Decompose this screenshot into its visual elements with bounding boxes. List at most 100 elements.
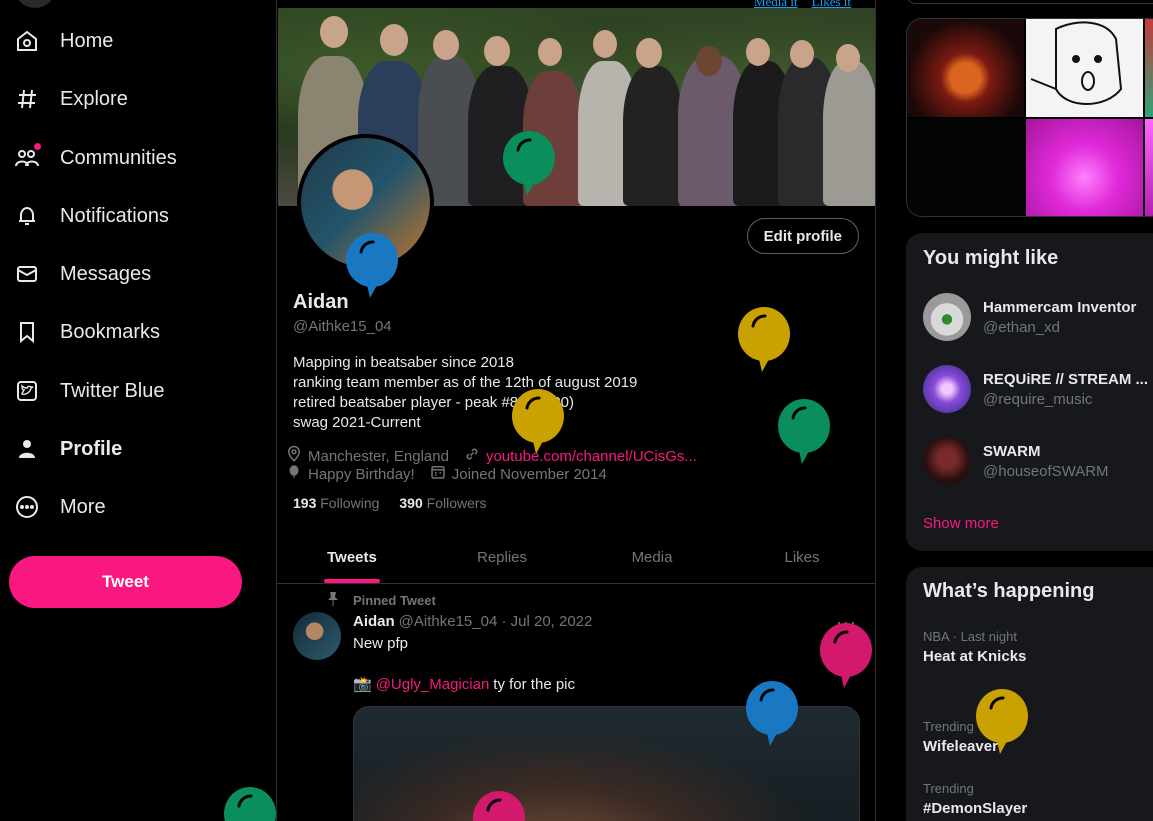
tweet-author-avatar[interactable] [293, 612, 341, 660]
tweet-text: New pfp [353, 635, 409, 652]
panel-title: What’s happening [923, 580, 1095, 602]
tweet-meta: @Aithke15_04 · Jul 20, 2022 [398, 613, 593, 630]
nav-item-notifications[interactable]: Notifications [14, 194, 169, 238]
calendar-icon [429, 463, 447, 485]
following-label: Following [320, 495, 380, 511]
balloon-icon[interactable] [502, 130, 556, 200]
hashtag-icon [14, 86, 40, 112]
pinned-label: Pinned Tweet [353, 593, 436, 608]
tweet-author-name[interactable]: Aidan [353, 613, 395, 630]
panel-title: You might like [923, 247, 1059, 269]
follow-stats: 193 Following 390 Followers [293, 495, 487, 511]
pin-icon [327, 592, 339, 609]
tab-media[interactable]: Media [577, 532, 727, 583]
bookmark-icon [14, 319, 40, 345]
media-thumb[interactable] [907, 119, 1024, 216]
edit-profile-button[interactable]: Edit profile [746, 218, 859, 254]
balloon-icon [285, 463, 303, 485]
right-sidebar: You might like Hammercam Inventor @ethan… [906, 0, 1153, 821]
balloon-icon[interactable] [223, 786, 277, 821]
following-count: 193 [293, 495, 317, 511]
suggested-user[interactable]: Hammercam Inventor @ethan_xd [923, 293, 1136, 341]
birthday-text: Happy Birthday! [308, 465, 415, 483]
nav-label: Twitter Blue [60, 379, 165, 402]
user-name: Hammercam Inventor [983, 298, 1137, 316]
nav-item-explore[interactable]: Explore [14, 77, 128, 121]
tab-tweets[interactable]: Tweets [277, 532, 427, 583]
show-more-link[interactable]: Show more [923, 515, 999, 532]
tab-likes[interactable]: Likes [727, 532, 875, 583]
profile-bio: Mapping in beatsaber since 2018 ranking … [293, 353, 637, 433]
balloon-icon[interactable] [975, 688, 1029, 758]
nav-label: Bookmarks [60, 320, 161, 343]
tab-replies[interactable]: Replies [427, 532, 577, 583]
trend-meta: Trending [923, 781, 974, 796]
tweet-text-line-2: 📸 @Ugly_Magician ty for the pic [353, 675, 575, 694]
balloon-icon[interactable] [745, 680, 799, 750]
nav-label: More [60, 495, 106, 518]
tweet-header: Aidan @Aithke15_04 · Jul 20, 2022 [353, 613, 592, 630]
suggested-user[interactable]: SWARM @houseofSWARM [923, 437, 1109, 485]
trend-name: #DemonSlayer [923, 800, 1028, 817]
user-handle: @require_music [983, 390, 1093, 408]
user-handle: @houseofSWARM [983, 462, 1109, 480]
nav-label: Communities [60, 146, 177, 169]
tweet-text-after: ty for the pic [493, 675, 575, 693]
followers-count: 390 [399, 495, 423, 511]
joined-date: Joined November 2014 [429, 463, 607, 485]
bio-line: ranking team member as of the 12th of au… [293, 374, 638, 391]
trend-name: Heat at Knicks [923, 648, 1027, 665]
twitter-blue-icon [14, 378, 40, 404]
suggested-user[interactable]: REQUiRE // STREAM ... @require_music [923, 365, 1148, 413]
avatar[interactable] [923, 293, 971, 341]
user-name: REQUiRE // STREAM ... [983, 370, 1149, 388]
nav-item-communities[interactable]: Communities [14, 136, 177, 180]
pinned-indicator: Pinned Tweet [327, 592, 436, 609]
balloon-icon[interactable] [472, 790, 526, 821]
account-avatar[interactable] [14, 0, 56, 8]
you-might-like-panel: You might like Hammercam Inventor @ethan… [906, 233, 1153, 551]
balloon-icon[interactable] [777, 398, 831, 468]
user-handle: @ethan_xd [983, 318, 1060, 336]
trend-item[interactable]: Trending #DemonSlayer [923, 781, 1027, 817]
balloon-icon[interactable] [345, 232, 399, 302]
bio-line: retired beatsaber player - peak #85 (202… [293, 394, 575, 411]
nav-label: Profile [60, 437, 123, 460]
more-circle-icon [14, 494, 40, 520]
balloon-icon[interactable] [819, 622, 873, 692]
media-thumb[interactable] [1026, 19, 1143, 117]
bio-line: swag 2021-Current [293, 414, 421, 431]
left-nav: Home Explore Communities Notifications M… [0, 0, 276, 821]
media-thumb[interactable] [1026, 119, 1143, 216]
communities-icon [14, 143, 41, 171]
location-text: Manchester, England [308, 447, 449, 465]
search-box-edge [906, 0, 1153, 4]
balloon-icon[interactable] [511, 388, 565, 458]
nav-item-more[interactable]: More [14, 485, 106, 529]
profile-tabs: Tweets Replies Media Likes [277, 532, 875, 584]
avatar[interactable] [923, 365, 971, 413]
bio-line: Mapping in beatsaber since 2018 [293, 354, 514, 371]
followers-link[interactable]: 390 Followers [399, 495, 486, 511]
following-link[interactable]: 193 Following [293, 495, 379, 511]
tweet-button[interactable]: Tweet [9, 556, 242, 608]
balloon-icon[interactable] [737, 306, 791, 376]
notification-dot [34, 143, 41, 150]
media-thumb[interactable] [1145, 19, 1153, 117]
media-thumb[interactable] [907, 19, 1024, 117]
nav-label: Explore [60, 87, 128, 110]
nav-item-home[interactable]: Home [14, 19, 113, 63]
mention-link[interactable]: @Ugly_Magician [376, 676, 490, 693]
media-thumb[interactable] [1145, 119, 1153, 216]
nav-item-twitter-blue[interactable]: Twitter Blue [14, 369, 164, 413]
person-icon [14, 436, 40, 462]
profile-handle: @Aithke15_04 [293, 318, 392, 335]
home-icon [14, 28, 40, 54]
nav-item-profile[interactable]: Profile [14, 427, 122, 471]
avatar[interactable] [923, 437, 971, 485]
profile-media-grid [906, 18, 1153, 217]
nav-item-bookmarks[interactable]: Bookmarks [14, 310, 160, 354]
trend-item[interactable]: NBA · Last night Heat at Knicks [923, 629, 1026, 665]
profile-name: Aidan [293, 291, 349, 313]
nav-item-messages[interactable]: Messages [14, 252, 151, 296]
